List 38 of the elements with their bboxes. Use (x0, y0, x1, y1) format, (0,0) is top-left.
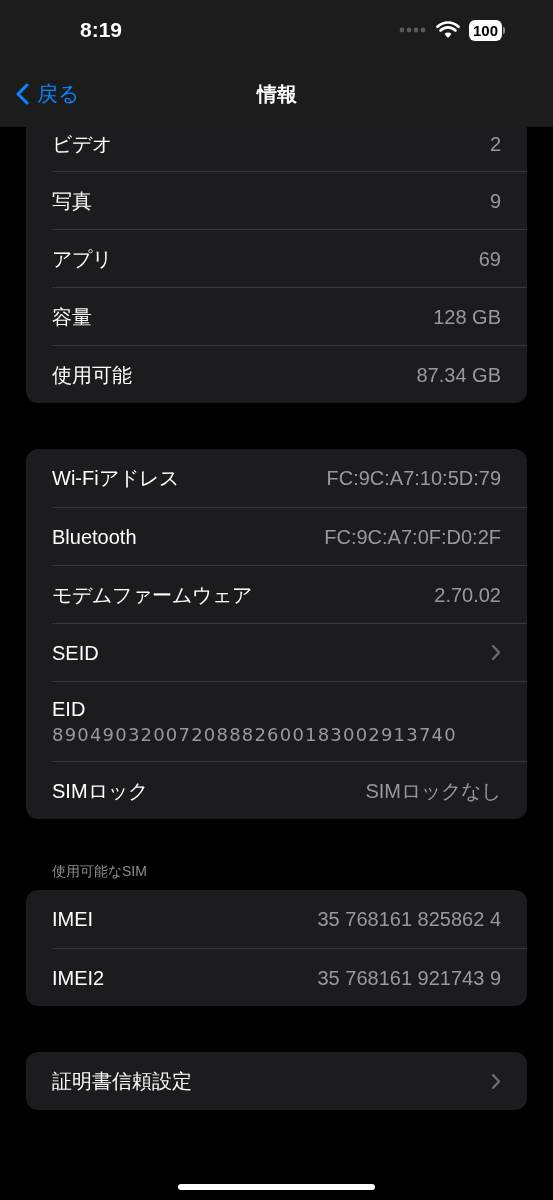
row-label: 使用可能 (52, 362, 132, 388)
row-label: Bluetooth (52, 524, 137, 550)
row-label: ビデオ (52, 132, 112, 157)
back-icon (16, 82, 29, 105)
row-label: SEID (52, 640, 99, 666)
row-value: 9 (489, 188, 502, 214)
row-label: 証明書信頼設定 (52, 1069, 192, 1094)
chevron-icon (491, 644, 501, 661)
row-value: 35 768161 825862 4 (317, 907, 502, 932)
row-label: IMEI2 (52, 965, 105, 991)
battery-level: 100 (468, 19, 502, 41)
signal-icon (398, 27, 427, 33)
row-label: IMEI (52, 907, 94, 932)
row-value: SIMロックなし (365, 778, 502, 804)
row-value: FC:9C:A7:10:5D:79 (326, 466, 502, 491)
settings-row[interactable]: 証明書信頼設定 (52, 1052, 527, 1110)
settings-row[interactable]: SEID (52, 623, 527, 681)
nav-title: 情報 (256, 81, 297, 107)
row-label: モデムファームウェア (52, 582, 252, 608)
row-value: FC:9C:A7:0F:D0:2F (324, 524, 502, 550)
row-value: 69 (478, 246, 502, 272)
chevron-icon (491, 1072, 501, 1090)
status-time: 8:19 (80, 17, 123, 44)
section-header: 使用可能なSIM (51, 862, 148, 880)
row-value: 2 (489, 132, 502, 157)
row-value: 87.34 GB (416, 362, 502, 388)
row-value: 89049032007208882600183002913740 (52, 722, 458, 747)
wifi-icon (435, 21, 460, 39)
row-label: SIMロック (52, 778, 148, 804)
row-value: 128 GB (433, 304, 502, 330)
row-label: 写真 (52, 188, 92, 214)
row-label: アプリ (52, 246, 112, 272)
row-label: EID (52, 696, 87, 722)
row-value: 2.70.02 (434, 582, 502, 608)
row-label: Wi-Fiアドレス (52, 466, 179, 491)
back-button[interactable]: 戻る (16, 77, 80, 110)
row-label: 容量 (52, 304, 92, 330)
row-value: 35 768161 921743 9 (317, 965, 502, 991)
